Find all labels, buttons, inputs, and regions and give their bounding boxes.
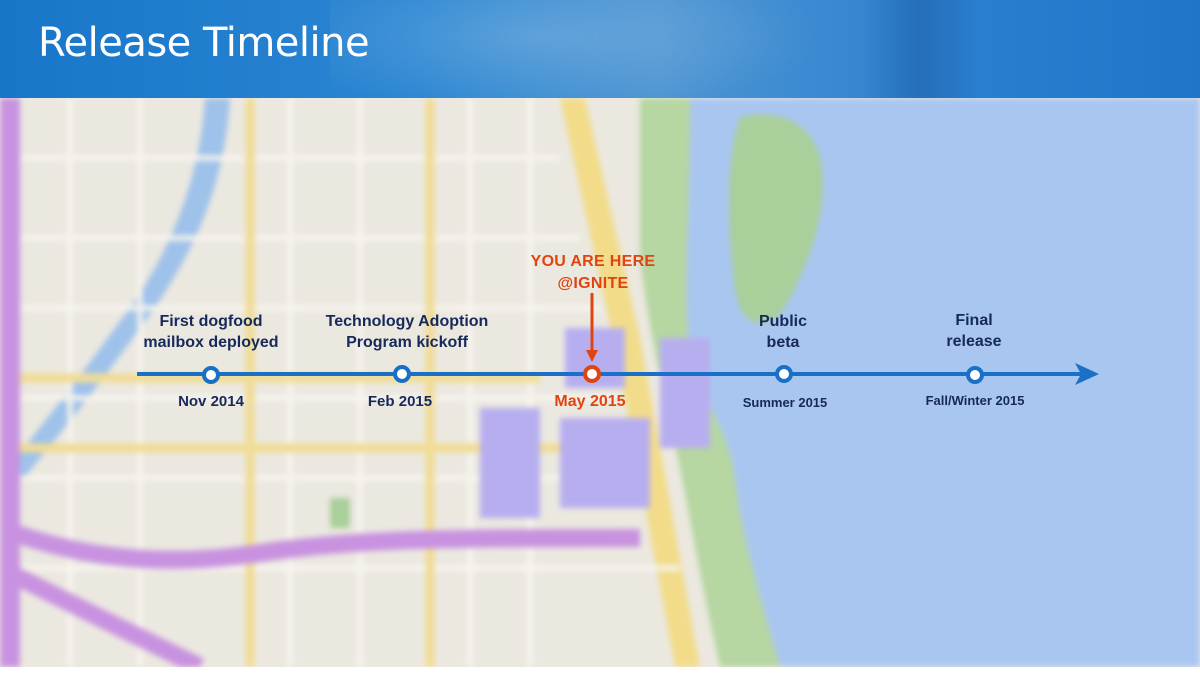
current-marker-line2: @IGNITE: [557, 275, 629, 292]
milestone-label-first-dogfood: First dogfood mailbox deployed: [111, 311, 311, 353]
milestone-label-tap-kickoff: Technology Adoption Program kickoff: [297, 311, 517, 353]
milestone-date-may-2015: May 2015: [554, 393, 626, 410]
milestone-label-line1: Public: [758, 313, 807, 330]
milestone-label-line1: First dogfood: [159, 313, 263, 330]
milestone-label-line1: Technology Adoption: [325, 313, 489, 330]
milestone-node: [202, 366, 220, 384]
milestone-label-line2: mailbox deployed: [143, 334, 279, 351]
milestone-label-line2: release: [946, 333, 1002, 350]
milestone-node: [393, 365, 411, 383]
milestone-label-line1: Final: [955, 312, 993, 329]
milestone-node: [966, 366, 984, 384]
milestone-node: [775, 365, 793, 383]
milestone-date-feb-2015: Feb 2015: [367, 393, 433, 410]
current-marker-line1: YOU ARE HERE: [530, 253, 656, 270]
milestone-date-fall-winter-2015: Fall/Winter 2015: [925, 393, 1025, 408]
milestone-label-line2: Program kickoff: [346, 334, 468, 351]
current-marker-label: YOU ARE HERE @IGNITE: [493, 251, 693, 295]
milestone-date-summer-2015: Summer 2015: [742, 395, 828, 410]
milestone-label-public-beta: Public beta: [683, 311, 883, 353]
milestone-label-final-release: Final release: [874, 310, 1074, 352]
milestone-date-nov-2014: Nov 2014: [178, 393, 244, 410]
timeline: YOU ARE HERE @IGNITE First dogfood mailb…: [0, 0, 1200, 674]
milestone-label-line2: beta: [766, 334, 800, 351]
milestone-node-current: [583, 365, 601, 383]
current-pointer-arrowhead: [586, 350, 598, 362]
